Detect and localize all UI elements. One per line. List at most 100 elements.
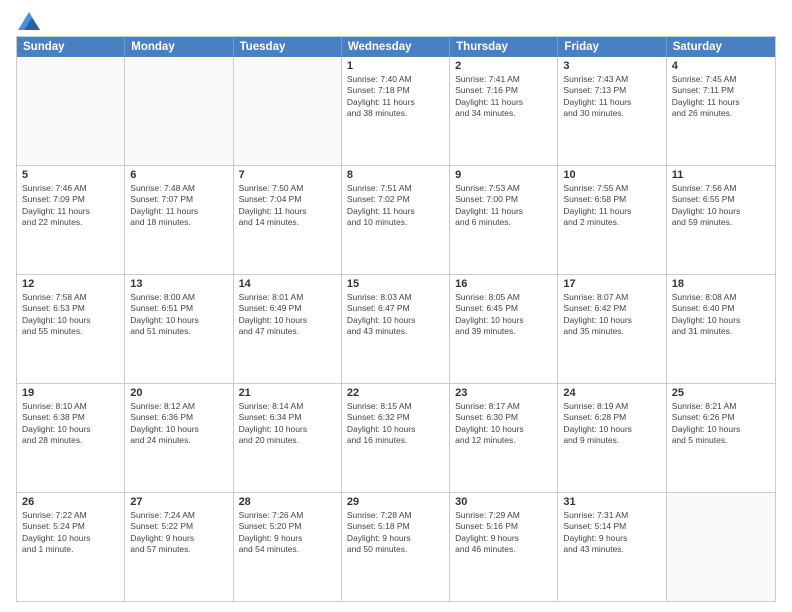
calendar-cell: 6 Sunrise: 7:48 AM Sunset: 7:07 PM Daylig… (125, 166, 233, 274)
calendar-cell: 11Sunrise: 7:56 AM Sunset: 6:55 PM Dayli… (667, 166, 775, 274)
cell-info: Sunrise: 7:41 AM Sunset: 7:16 PM Dayligh… (455, 74, 552, 120)
cell-info: Sunrise: 7:48 AM Sunset: 7:07 PM Dayligh… (130, 183, 227, 229)
cell-info: Sunrise: 8:00 AM Sunset: 6:51 PM Dayligh… (130, 292, 227, 338)
day-number: 21 (239, 387, 336, 399)
calendar-cell: 20 Sunrise: 8:12 AM Sunset: 6:36 PM Dayli… (125, 384, 233, 492)
calendar-cell: 8 Sunrise: 7:51 AM Sunset: 7:02 PM Daylig… (342, 166, 450, 274)
cell-info: Sunrise: 7:43 AM Sunset: 7:13 PM Dayligh… (563, 74, 660, 120)
calendar-cell: 25 Sunrise: 8:21 AM Sunset: 6:26 PM Dayli… (667, 384, 775, 492)
header-day-wednesday: Wednesday (342, 37, 450, 57)
calendar: SundayMondayTuesdayWednesdayThursdayFrid… (16, 36, 776, 602)
cell-info: Sunrise: 8:14 AM Sunset: 6:34 PM Dayligh… (239, 401, 336, 447)
calendar-cell: 21 Sunrise: 8:14 AM Sunset: 6:34 PM Dayli… (234, 384, 342, 492)
day-number: 17 (563, 278, 660, 290)
calendar-cell: 2Sunrise: 7:41 AM Sunset: 7:16 PM Daylig… (450, 57, 558, 165)
cell-info: Sunrise: 8:19 AM Sunset: 6:28 PM Dayligh… (563, 401, 660, 447)
day-number: 9 (455, 169, 552, 181)
cell-info: Sunrise: 8:10 AM Sunset: 6:38 PM Dayligh… (22, 401, 119, 447)
calendar-header: SundayMondayTuesdayWednesdayThursdayFrid… (17, 37, 775, 57)
calendar-cell: 16Sunrise: 8:05 AM Sunset: 6:45 PM Dayli… (450, 275, 558, 383)
cell-info: Sunrise: 7:45 AM Sunset: 7:11 PM Dayligh… (672, 74, 770, 120)
day-number: 20 (130, 387, 227, 399)
header-day-friday: Friday (558, 37, 666, 57)
cell-info: Sunrise: 8:12 AM Sunset: 6:36 PM Dayligh… (130, 401, 227, 447)
cell-info: Sunrise: 8:21 AM Sunset: 6:26 PM Dayligh… (672, 401, 770, 447)
cell-info: Sunrise: 7:56 AM Sunset: 6:55 PM Dayligh… (672, 183, 770, 229)
calendar-cell: 9 Sunrise: 7:53 AM Sunset: 7:00 PM Daylig… (450, 166, 558, 274)
calendar-cell (234, 57, 342, 165)
calendar-cell: 23 Sunrise: 8:17 AM Sunset: 6:30 PM Dayli… (450, 384, 558, 492)
day-number: 3 (563, 60, 660, 72)
cell-info: Sunrise: 8:01 AM Sunset: 6:49 PM Dayligh… (239, 292, 336, 338)
cell-info: Sunrise: 7:46 AM Sunset: 7:09 PM Dayligh… (22, 183, 119, 229)
header (16, 12, 776, 30)
calendar-cell: 4Sunrise: 7:45 AM Sunset: 7:11 PM Daylig… (667, 57, 775, 165)
cell-info: Sunrise: 7:29 AM Sunset: 5:16 PM Dayligh… (455, 510, 552, 556)
logo-icon (18, 12, 40, 30)
day-number: 15 (347, 278, 444, 290)
calendar-cell: 19 Sunrise: 8:10 AM Sunset: 6:38 PM Dayli… (17, 384, 125, 492)
cell-info: Sunrise: 7:28 AM Sunset: 5:18 PM Dayligh… (347, 510, 444, 556)
cell-info: Sunrise: 8:17 AM Sunset: 6:30 PM Dayligh… (455, 401, 552, 447)
calendar-row-2: 12 Sunrise: 7:58 AM Sunset: 6:53 PM Dayli… (17, 274, 775, 383)
cell-info: Sunrise: 7:55 AM Sunset: 6:58 PM Dayligh… (563, 183, 660, 229)
calendar-cell: 5 Sunrise: 7:46 AM Sunset: 7:09 PM Daylig… (17, 166, 125, 274)
day-number: 14 (239, 278, 336, 290)
day-number: 22 (347, 387, 444, 399)
day-number: 10 (563, 169, 660, 181)
calendar-cell: 18Sunrise: 8:08 AM Sunset: 6:40 PM Dayli… (667, 275, 775, 383)
header-day-thursday: Thursday (450, 37, 558, 57)
calendar-cell: 3 Sunrise: 7:43 AM Sunset: 7:13 PM Daylig… (558, 57, 666, 165)
cell-info: Sunrise: 8:15 AM Sunset: 6:32 PM Dayligh… (347, 401, 444, 447)
calendar-cell: 29 Sunrise: 7:28 AM Sunset: 5:18 PM Dayli… (342, 493, 450, 601)
day-number: 16 (455, 278, 552, 290)
page: SundayMondayTuesdayWednesdayThursdayFrid… (0, 0, 792, 612)
day-number: 31 (563, 496, 660, 508)
cell-info: Sunrise: 7:51 AM Sunset: 7:02 PM Dayligh… (347, 183, 444, 229)
day-number: 8 (347, 169, 444, 181)
calendar-cell: 13Sunrise: 8:00 AM Sunset: 6:51 PM Dayli… (125, 275, 233, 383)
cell-info: Sunrise: 8:07 AM Sunset: 6:42 PM Dayligh… (563, 292, 660, 338)
calendar-body: 1 Sunrise: 7:40 AM Sunset: 7:18 PM Daylig… (17, 57, 775, 601)
cell-info: Sunrise: 7:40 AM Sunset: 7:18 PM Dayligh… (347, 74, 444, 120)
calendar-cell (17, 57, 125, 165)
calendar-cell: 10 Sunrise: 7:55 AM Sunset: 6:58 PM Dayli… (558, 166, 666, 274)
header-day-sunday: Sunday (17, 37, 125, 57)
cell-info: Sunrise: 7:58 AM Sunset: 6:53 PM Dayligh… (22, 292, 119, 338)
day-number: 25 (672, 387, 770, 399)
calendar-cell: 31 Sunrise: 7:31 AM Sunset: 5:14 PM Dayli… (558, 493, 666, 601)
day-number: 19 (22, 387, 119, 399)
day-number: 6 (130, 169, 227, 181)
day-number: 1 (347, 60, 444, 72)
cell-info: Sunrise: 7:53 AM Sunset: 7:00 PM Dayligh… (455, 183, 552, 229)
day-number: 5 (22, 169, 119, 181)
cell-info: Sunrise: 7:24 AM Sunset: 5:22 PM Dayligh… (130, 510, 227, 556)
cell-info: Sunrise: 8:08 AM Sunset: 6:40 PM Dayligh… (672, 292, 770, 338)
calendar-row-1: 5 Sunrise: 7:46 AM Sunset: 7:09 PM Daylig… (17, 165, 775, 274)
calendar-cell: 17 Sunrise: 8:07 AM Sunset: 6:42 PM Dayli… (558, 275, 666, 383)
day-number: 7 (239, 169, 336, 181)
calendar-row-4: 26Sunrise: 7:22 AM Sunset: 5:24 PM Dayli… (17, 492, 775, 601)
calendar-row-3: 19 Sunrise: 8:10 AM Sunset: 6:38 PM Dayli… (17, 383, 775, 492)
calendar-cell: 22 Sunrise: 8:15 AM Sunset: 6:32 PM Dayli… (342, 384, 450, 492)
day-number: 27 (130, 496, 227, 508)
calendar-cell: 1 Sunrise: 7:40 AM Sunset: 7:18 PM Daylig… (342, 57, 450, 165)
calendar-cell: 30Sunrise: 7:29 AM Sunset: 5:16 PM Dayli… (450, 493, 558, 601)
header-day-tuesday: Tuesday (234, 37, 342, 57)
cell-info: Sunrise: 7:26 AM Sunset: 5:20 PM Dayligh… (239, 510, 336, 556)
header-day-saturday: Saturday (667, 37, 775, 57)
calendar-cell (667, 493, 775, 601)
calendar-cell: 12 Sunrise: 7:58 AM Sunset: 6:53 PM Dayli… (17, 275, 125, 383)
calendar-cell (125, 57, 233, 165)
calendar-row-0: 1 Sunrise: 7:40 AM Sunset: 7:18 PM Daylig… (17, 57, 775, 165)
cell-info: Sunrise: 7:50 AM Sunset: 7:04 PM Dayligh… (239, 183, 336, 229)
day-number: 23 (455, 387, 552, 399)
calendar-cell: 15Sunrise: 8:03 AM Sunset: 6:47 PM Dayli… (342, 275, 450, 383)
calendar-cell: 7 Sunrise: 7:50 AM Sunset: 7:04 PM Daylig… (234, 166, 342, 274)
day-number: 29 (347, 496, 444, 508)
calendar-cell: 24Sunrise: 8:19 AM Sunset: 6:28 PM Dayli… (558, 384, 666, 492)
day-number: 28 (239, 496, 336, 508)
header-day-monday: Monday (125, 37, 233, 57)
cell-info: Sunrise: 7:31 AM Sunset: 5:14 PM Dayligh… (563, 510, 660, 556)
day-number: 12 (22, 278, 119, 290)
